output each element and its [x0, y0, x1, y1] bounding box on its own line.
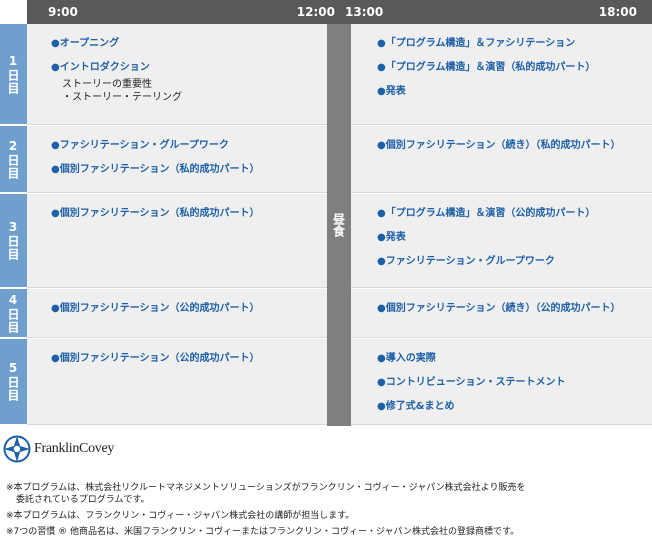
afternoon-session-cell: ●個別ファシリテーション（続き）（公的成功パート） — [351, 289, 652, 338]
session-list: ●ファシリテーション・グループワーク ●個別ファシリテーション（私的成功パート） — [51, 140, 321, 188]
day-label: 3日目 — [0, 194, 27, 288]
session-list: ●「プログラム構造」＆ファシリテーション ●「プログラム構造」＆演習（私的成功パー… — [377, 38, 646, 110]
session-subitem: ・ストーリー・テーリング — [62, 92, 182, 103]
session-item: ●個別ファシリテーション（私的成功パート） — [51, 164, 260, 175]
morning-header: 9:00 12:00 — [27, 0, 339, 24]
session-item: ●コントリビューション・ステートメント — [377, 377, 566, 388]
afternoon-header: 13:00 18:00 — [339, 0, 652, 24]
footnote: ※本プログラムは、フランクリン・コヴィー・ジャパン株式会社の講師が担当します。 — [6, 510, 646, 522]
session-list: ●個別ファシリテーション（私的成功パート） — [51, 208, 321, 232]
franklincovey-logo: FranklinCovey — [3, 432, 114, 466]
session-item: ●個別ファシリテーション（公的成功パート） — [51, 353, 260, 364]
session-list: ●個別ファシリテーション（公的成功パート） — [51, 303, 321, 327]
morning-session-cell: ●ファシリテーション・グループワーク ●個別ファシリテーション（私的成功パート） — [27, 126, 327, 193]
afternoon-session-cell: ●「プログラム構造」＆ファシリテーション ●「プログラム構造」＆演習（私的成功パー… — [351, 24, 652, 125]
afternoon-end-time: 18:00 — [598, 5, 637, 19]
session-item: ●「プログラム構造」＆演習（公的成功パート） — [377, 208, 596, 219]
footnote: ※7つの習慣 ® 他商品名は、米国フランクリン・コヴィーまたはフランクリン・コヴ… — [6, 526, 646, 538]
morning-session-cell: ●オープニング ●イントロダクションストーリーの重要性・ストーリー・テーリング — [27, 24, 327, 125]
lunch-break-column: 昼食 — [327, 24, 351, 426]
session-item: ●修了式&まとめ — [377, 401, 455, 412]
morning-start-time: 9:00 — [48, 5, 78, 19]
franklincovey-compass-icon — [3, 435, 31, 463]
session-item: ●発表 — [377, 86, 406, 97]
session-item: ●個別ファシリテーション（公的成功パート） — [51, 303, 260, 314]
day-row: 1日目 ●オープニング ●イントロダクションストーリーの重要性・ストーリー・テーリン… — [0, 24, 652, 126]
session-item: ●「プログラム構造」＆演習（私的成功パート） — [377, 62, 596, 73]
session-item: ●導入の実際 — [377, 353, 436, 364]
session-list: ●「プログラム構造」＆演習（公的成功パート） ●発表 ●ファシリテーション・グループ… — [377, 208, 646, 280]
session-item: ●オープニング — [51, 38, 120, 49]
session-item: ●個別ファシリテーション（私的成功パート） — [51, 208, 260, 219]
session-subitem: ストーリーの重要性 — [62, 79, 152, 90]
footnote-line: ※本プログラムは、株式会社リクルートマネジメントソリューションズがフランクリン・… — [6, 483, 526, 493]
footnotes: ※本プログラムは、株式会社リクルートマネジメントソリューションズがフランクリン・… — [6, 482, 646, 542]
morning-session-cell: ●個別ファシリテーション（公的成功パート） — [27, 289, 327, 338]
day-label: 2日目 — [0, 126, 27, 193]
morning-session-cell: ●個別ファシリテーション（私的成功パート） — [27, 194, 327, 288]
morning-session-cell: ●個別ファシリテーション（公的成功パート） — [27, 339, 327, 425]
footnote-line: ※7つの習慣 ® 他商品名は、米国フランクリン・コヴィーまたはフランクリン・コヴ… — [6, 527, 520, 537]
logo-wordmark: FranklinCovey — [34, 441, 115, 456]
session-item: ●「プログラム構造」＆ファシリテーション — [377, 38, 576, 49]
afternoon-session-cell: ●個別ファシリテーション（続き）（私的成功パート） — [351, 126, 652, 193]
day-label: 4日目 — [0, 289, 27, 338]
day-label: 1日目 — [0, 24, 27, 125]
session-list: ●オープニング ●イントロダクションストーリーの重要性・ストーリー・テーリング — [51, 38, 321, 112]
footnote-line: 委託されているプログラムです。 — [16, 495, 150, 505]
day-row: 4日目 ●個別ファシリテーション（公的成功パート） ●個別ファシリテーション（続き）… — [0, 289, 652, 339]
session-list: ●個別ファシリテーション（公的成功パート） — [51, 353, 321, 377]
day-row: 2日目 ●ファシリテーション・グループワーク ●個別ファシリテーション（私的成功パー… — [0, 126, 652, 194]
session-item: ●個別ファシリテーション（続き）（私的成功パート） — [377, 140, 621, 151]
session-item: ●イントロダクション — [51, 62, 150, 73]
schedule-header: 9:00 12:00 13:00 18:00 — [0, 0, 652, 24]
session-list: ●個別ファシリテーション（続き）（私的成功パート） — [377, 140, 646, 164]
session-item: ●個別ファシリテーション（続き）（公的成功パート） — [377, 303, 621, 314]
session-list: ●個別ファシリテーション（続き）（公的成功パート） — [377, 303, 646, 327]
day-label: 5日目 — [0, 339, 27, 425]
day-row: 3日目 ●個別ファシリテーション（私的成功パート） ●「プログラム構造」＆演習（公的… — [0, 194, 652, 289]
day-row: 5日目 ●個別ファシリテーション（公的成功パート） ●導入の実際 ●コントリビューショ… — [0, 339, 652, 426]
session-item: ●ファシリテーション・グループワーク — [51, 140, 229, 151]
morning-end-time: 12:00 — [296, 5, 335, 19]
schedule-grid: 1日目 ●オープニング ●イントロダクションストーリーの重要性・ストーリー・テーリン… — [0, 24, 652, 426]
footnote: ※本プログラムは、株式会社リクルートマネジメントソリューションズがフランクリン・… — [6, 482, 646, 506]
footnote-line: ※本プログラムは、フランクリン・コヴィー・ジャパン株式会社の講師が担当します。 — [6, 511, 355, 521]
afternoon-session-cell: ●導入の実際 ●コントリビューション・ステートメント ●修了式&まとめ — [351, 339, 652, 425]
session-item: ●ファシリテーション・グループワーク — [377, 256, 555, 267]
afternoon-session-cell: ●「プログラム構造」＆演習（公的成功パート） ●発表 ●ファシリテーション・グループ… — [351, 194, 652, 288]
session-item: ●発表 — [377, 232, 406, 243]
afternoon-start-time: 13:00 — [345, 5, 384, 19]
session-list: ●導入の実際 ●コントリビューション・ステートメント ●修了式&まとめ — [377, 353, 646, 425]
